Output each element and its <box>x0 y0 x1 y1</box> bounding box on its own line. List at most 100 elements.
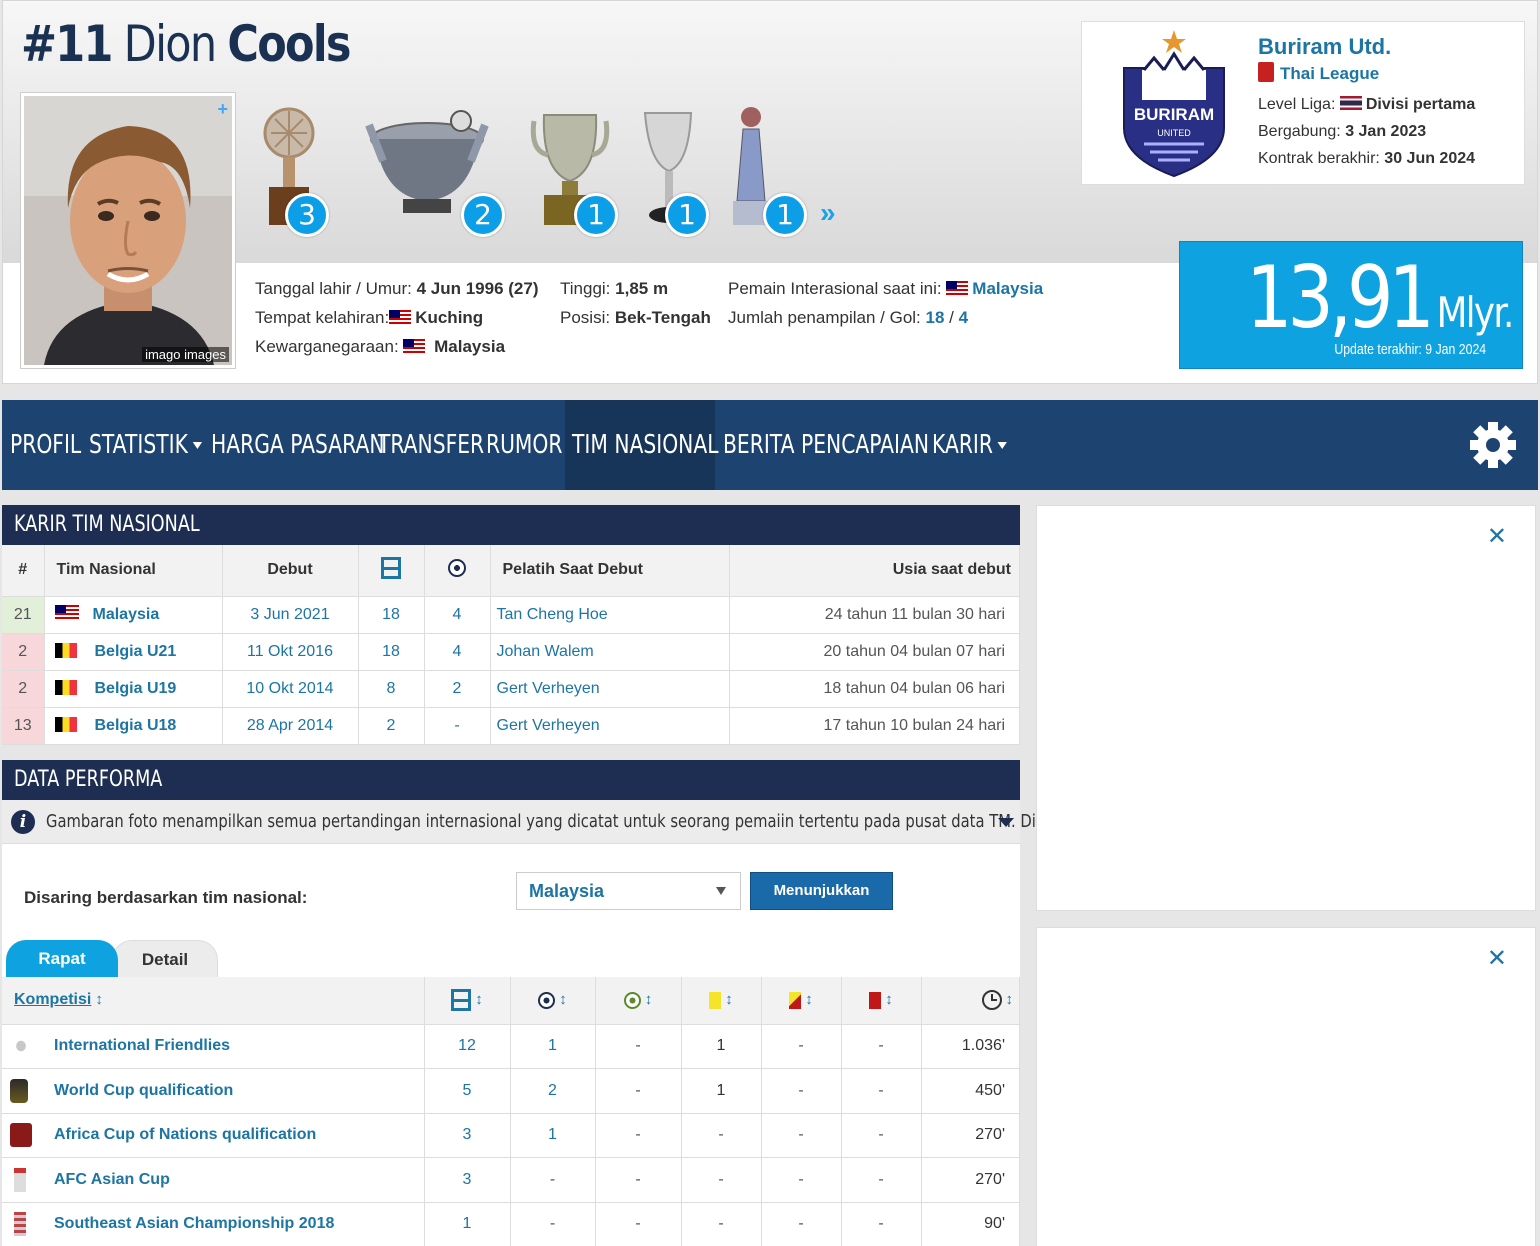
club-name-link[interactable]: Buriram Utd. <box>1258 34 1391 60</box>
trophy-5[interactable]: 1 <box>731 101 807 237</box>
competition-link[interactable]: Southeast Asian Championship 2018 <box>54 1215 334 1232</box>
red-value: - <box>841 1068 922 1114</box>
trophy-1[interactable]: 3 <box>255 101 329 237</box>
career-goals-link[interactable]: 2 <box>424 670 491 708</box>
career-team-link[interactable]: Belgia U19 <box>95 680 177 697</box>
trophy-3[interactable]: 1 <box>530 101 618 237</box>
close-icon[interactable]: ✕ <box>1487 522 1507 551</box>
belgium-flag-icon <box>54 679 77 695</box>
competition-link[interactable]: International Friendlies <box>54 1037 230 1054</box>
add-photo-icon[interactable]: + <box>217 99 228 120</box>
goals-value: - <box>510 1157 596 1203</box>
sort-icon[interactable]: ↕ <box>1006 991 1014 1008</box>
apps-link[interactable]: 3 <box>424 1113 511 1158</box>
career-debut-link[interactable]: 28 Apr 2014 <box>222 707 359 745</box>
performance-panel-title: DATA PERFORMA <box>2 760 1020 800</box>
career-debut-link[interactable]: 3 Jun 2021 <box>222 596 359 634</box>
apps-link[interactable]: 5 <box>424 1068 511 1114</box>
career-goals-link[interactable]: 4 <box>424 633 491 671</box>
height-row: Tinggi: 1,85 m <box>560 274 711 303</box>
trophy-2[interactable]: 2 <box>363 101 505 237</box>
nav-berita[interactable]: BERITA <box>723 400 794 490</box>
market-value-box[interactable]: 13,91 Mlyr. Update terakhir: 9 Jan 2024 <box>1179 241 1523 369</box>
caps-link[interactable]: 18 <box>926 308 945 327</box>
col-apps <box>358 545 425 597</box>
yellow-red-value: - <box>761 1113 842 1158</box>
nav-statistik[interactable]: STATISTIK <box>89 400 202 490</box>
col-goals[interactable]: ↕ <box>510 977 596 1025</box>
nav-harga-pasaran[interactable]: HARGA PASARAN <box>211 400 384 490</box>
career-team-link[interactable]: Belgia U21 <box>95 643 177 660</box>
career-team-link[interactable]: Malaysia <box>93 606 160 623</box>
col-red[interactable]: ↕ <box>841 977 922 1025</box>
career-apps-link[interactable]: 18 <box>358 596 425 634</box>
competition-cell: International Friendlies <box>2 1024 425 1069</box>
career-goals-link[interactable]: - <box>424 707 491 745</box>
col-assists[interactable]: ↕ <box>595 977 682 1025</box>
apps-link[interactable]: 12 <box>424 1024 511 1069</box>
tab-detail[interactable]: Detail <box>112 940 218 977</box>
competition-sort-link[interactable]: Kompetisi <box>14 991 91 1008</box>
caps-separator: / <box>949 308 954 327</box>
career-apps-link[interactable]: 18 <box>358 633 425 671</box>
sort-icon[interactable]: ↕ <box>645 991 653 1008</box>
show-button[interactable]: Menunjukkan <box>750 872 893 910</box>
competition-link[interactable]: AFC Asian Cup <box>54 1171 170 1188</box>
career-age: 17 tahun 10 bulan 24 hari <box>729 707 1020 745</box>
apps-link[interactable]: 3 <box>424 1157 511 1203</box>
close-icon[interactable]: ✕ <box>1487 944 1507 973</box>
sort-icon[interactable]: ↕ <box>805 991 813 1008</box>
nav-statistik-label: STATISTIK <box>89 430 188 460</box>
col-competition[interactable]: Kompetisi ↕ <box>2 977 425 1025</box>
apps-link[interactable]: 1 <box>424 1202 511 1246</box>
player-portrait[interactable]: + imago images <box>20 92 236 369</box>
career-coach-link[interactable]: Gert Verheyen <box>490 670 730 708</box>
info-bar[interactable]: i Gambaran foto menampilkan semua pertan… <box>2 800 1126 844</box>
chevron-down-icon[interactable] <box>998 818 1014 827</box>
filter-label: Disaring berdasarkan tim nasional: <box>24 888 308 907</box>
career-apps-link[interactable]: 2 <box>358 707 425 745</box>
col-yellow-red[interactable]: ↕ <box>761 977 842 1025</box>
national-team-select[interactable]: Malaysia <box>516 872 741 910</box>
league-link[interactable]: Thai League <box>1280 64 1379 83</box>
more-trophies-icon[interactable]: » <box>820 197 835 229</box>
col-minutes[interactable]: ↕ <box>921 977 1020 1025</box>
career-team-cell: Belgia U19 <box>44 670 223 708</box>
trophy-4[interactable]: 1 <box>639 101 709 237</box>
sort-icon[interactable]: ↕ <box>885 991 893 1008</box>
competition-link[interactable]: World Cup qualification <box>54 1082 233 1099</box>
nav-tim-nasional[interactable]: TIM NASIONAL <box>572 400 719 490</box>
sort-icon[interactable]: ↕ <box>95 991 103 1008</box>
col-team: Tim Nasional <box>44 545 223 597</box>
career-apps-link[interactable]: 8 <box>358 670 425 708</box>
sort-icon[interactable]: ↕ <box>725 991 733 1008</box>
nav-profil[interactable]: PROFIL <box>10 400 81 490</box>
nav-karir[interactable]: KARIR <box>932 400 1008 490</box>
tab-rapat[interactable]: Rapat <box>6 940 118 977</box>
intl-team-link[interactable]: Malaysia <box>972 279 1043 298</box>
trophy-count: 1 <box>763 193 807 237</box>
gear-icon[interactable] <box>1468 420 1518 470</box>
red-value: - <box>841 1113 922 1158</box>
competition-link[interactable]: Africa Cup of Nations qualification <box>54 1126 316 1143</box>
career-goals-link[interactable]: 4 <box>424 596 491 634</box>
col-yellow[interactable]: ↕ <box>681 977 762 1025</box>
career-team-link[interactable]: Belgia U18 <box>95 717 177 734</box>
career-debut-link[interactable]: 11 Okt 2016 <box>222 633 359 671</box>
goals-link[interactable]: 4 <box>959 308 968 327</box>
nav-rumor[interactable]: RUMOR <box>486 400 562 490</box>
sort-icon[interactable]: ↕ <box>475 991 483 1008</box>
nav-transfer[interactable]: TRANSFER <box>378 400 484 490</box>
career-rank: 21 <box>2 596 45 634</box>
career-coach-link[interactable]: Johan Walem <box>490 633 730 671</box>
career-panel: KARIR TIM NASIONAL # Tim Nasional Debut … <box>2 505 1020 745</box>
nav-pencapaian[interactable]: PENCAPAIAN <box>801 400 929 490</box>
nav-karir-label: KARIR <box>932 430 993 460</box>
career-coach-link[interactable]: Tan Cheng Hoe <box>490 596 730 634</box>
competition-cell: AFC Asian Cup <box>2 1157 425 1203</box>
col-appearances[interactable]: ↕ <box>424 977 511 1025</box>
career-coach-link[interactable]: Gert Verheyen <box>490 707 730 745</box>
career-debut-link[interactable]: 10 Okt 2014 <box>222 670 359 708</box>
sort-icon[interactable]: ↕ <box>559 991 567 1008</box>
club-logo-icon[interactable]: BURIRAM UNITED <box>1114 28 1234 178</box>
